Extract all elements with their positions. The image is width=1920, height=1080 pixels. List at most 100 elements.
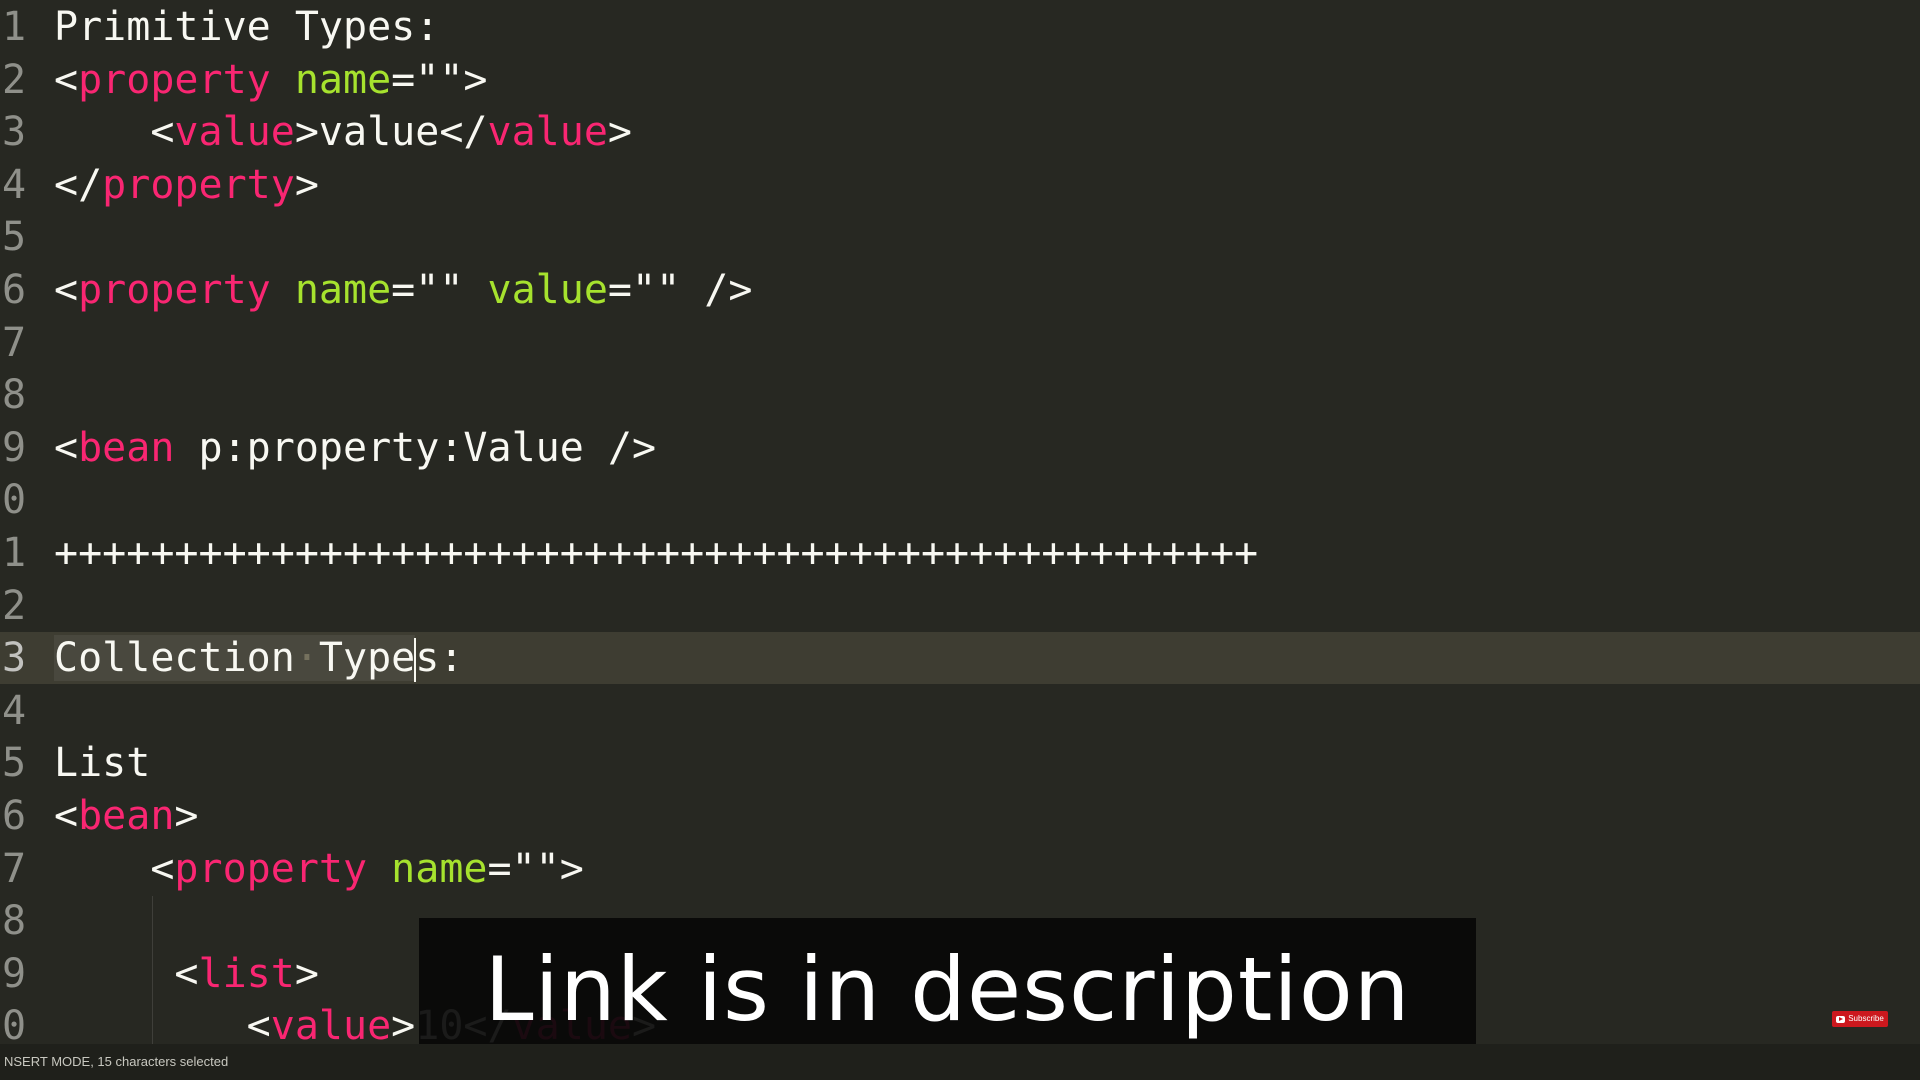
line-number: 1	[2, 530, 27, 576]
xml-attribute-name: name	[294, 267, 392, 313]
code-text: ++++++++++++++++++++++++++++++++++++++++…	[54, 530, 1259, 576]
line-code[interactable]: <list>	[54, 948, 319, 1000]
line-number: 2	[2, 56, 27, 103]
xml-tag-name: property	[78, 56, 271, 103]
code-text: <	[54, 109, 175, 156]
code-text: =""	[391, 267, 488, 313]
xml-tag-name: property	[102, 161, 295, 208]
line-number: 2	[2, 582, 27, 629]
line-code[interactable]: <property name="">	[54, 843, 584, 895]
line-number: 8	[2, 372, 27, 419]
xml-attribute-name: value	[487, 267, 608, 313]
code-text: <	[54, 950, 199, 997]
line-code[interactable]: <value>value</value>	[54, 106, 632, 158]
code-line[interactable]: 8	[0, 369, 1920, 421]
line-code[interactable]: ++++++++++++++++++++++++++++++++++++++++…	[54, 527, 1258, 579]
code-line[interactable]: 1 Primitive Types:	[0, 1, 1920, 53]
code-line[interactable]: 3 Collection·Types:	[0, 632, 1920, 685]
xml-tag-name: property	[78, 267, 271, 313]
line-number: 5	[2, 214, 27, 261]
code-text: <	[54, 56, 79, 103]
code-line[interactable]: 0	[0, 474, 1920, 526]
line-number: 5	[2, 740, 27, 787]
code-line[interactable]: 5 List	[0, 737, 1920, 789]
code-editor[interactable]: 1 Primitive Types: 2 <property name=""> 3 <v…	[0, 0, 1920, 1044]
xml-tag-name: value	[270, 1003, 392, 1044]
xml-tag-name: bean	[78, 793, 175, 839]
code-text: <	[54, 424, 79, 471]
code-line[interactable]: 7 <property name="">	[0, 843, 1920, 895]
line-code[interactable]: <bean>	[54, 790, 199, 842]
line-number: 7	[2, 319, 27, 366]
code-text: >	[294, 950, 319, 997]
code-line[interactable]: 4 </property>	[0, 159, 1920, 211]
line-code[interactable]: <bean p:property:Value />	[54, 422, 656, 474]
xml-attribute-name: name	[391, 845, 488, 892]
code-line[interactable]: 2 <property name="">	[0, 54, 1920, 106]
line-number: 0	[2, 1003, 27, 1044]
code-line[interactable]: 6 <bean>	[0, 790, 1920, 842]
xml-attribute-name: name	[294, 56, 392, 103]
code-line[interactable]: 5	[0, 211, 1920, 263]
code-text: ="">	[391, 56, 488, 103]
code-text: ="">	[487, 845, 584, 892]
indent-guide	[152, 896, 153, 1044]
line-number: 9	[2, 950, 27, 997]
line-code[interactable]: <property name="">	[54, 54, 488, 106]
code-line[interactable]: 9 <bean p:property:Value />	[0, 422, 1920, 474]
line-number: 3	[2, 109, 27, 156]
whitespace-marker: ·	[294, 635, 319, 682]
code-line[interactable]: 7	[0, 317, 1920, 369]
line-number: 6	[2, 793, 27, 839]
code-line[interactable]: 2	[0, 580, 1920, 632]
subscribe-label: Subscribe	[1848, 1014, 1884, 1023]
code-text: <	[54, 267, 79, 313]
code-text: p:property:Value />	[174, 424, 657, 471]
xml-tag-name: list	[198, 950, 295, 997]
code-text: >value</	[294, 109, 488, 156]
line-number: 6	[2, 267, 27, 313]
code-text: Primitive Types:	[54, 4, 440, 50]
line-code[interactable]: <property name="" value="" />	[54, 264, 752, 316]
code-text: Collection	[54, 635, 295, 682]
line-number: 1	[2, 4, 27, 50]
code-line[interactable]: 4	[0, 685, 1920, 737]
code-text: >	[294, 161, 319, 208]
code-text: <	[54, 793, 79, 839]
code-text: <	[54, 845, 175, 892]
code-text: </	[54, 161, 103, 208]
line-number: 8	[2, 898, 27, 945]
line-code[interactable]: </property>	[54, 159, 319, 211]
xml-tag-name: property	[174, 845, 368, 892]
code-line[interactable]: 1 +++++++++++++++++++++++++++++++++++++++…	[0, 527, 1920, 579]
code-text: List	[54, 740, 151, 787]
caption-text: Link is in description	[484, 937, 1411, 1041]
status-text: NSERT MODE, 15 characters selected	[4, 1054, 229, 1069]
code-text: ="" />	[607, 267, 753, 313]
xml-tag-name: value	[174, 109, 295, 156]
code-text: >	[174, 793, 199, 839]
youtube-icon	[1836, 1015, 1846, 1023]
line-number: 3	[2, 635, 27, 682]
xml-tag-name: bean	[78, 424, 175, 471]
line-code[interactable]: List	[54, 737, 150, 789]
line-number: 9	[2, 424, 27, 471]
subscribe-button[interactable]: Subscribe	[1832, 1011, 1888, 1027]
code-text: >	[607, 109, 633, 156]
xml-tag-name: value	[487, 109, 608, 156]
line-number: 4	[2, 161, 27, 208]
code-text: <	[54, 1003, 271, 1044]
code-text: s:	[415, 635, 464, 682]
code-text: Type	[318, 635, 416, 682]
video-caption-overlay: Link is in description	[419, 918, 1476, 1060]
code-line[interactable]: 6 <property name="" value="" />	[0, 264, 1920, 316]
line-code[interactable]: Primitive Types:	[54, 1, 439, 53]
line-number: 0	[2, 477, 27, 524]
line-number: 7	[2, 845, 27, 892]
line-code[interactable]: Collection·Types:	[54, 632, 463, 684]
code-line[interactable]: 3 <value>value</value>	[0, 106, 1920, 158]
status-bar: NSERT MODE, 15 characters selected	[0, 1044, 1920, 1080]
